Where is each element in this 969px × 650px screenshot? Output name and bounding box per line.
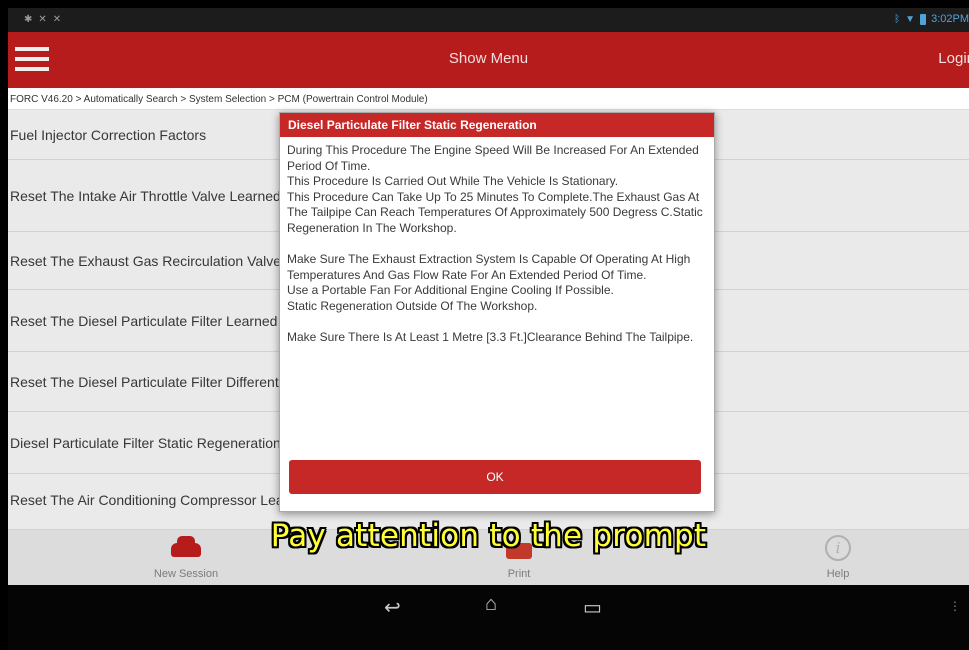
- dialog-message: During This Procedure The Engine Speed W…: [287, 143, 703, 345]
- menu-icon[interactable]: ⋮: [949, 599, 961, 613]
- help-label: Help: [826, 568, 850, 580]
- app-header: Show Menu Login: [8, 32, 969, 88]
- wifi-icon: ▼: [905, 13, 916, 25]
- back-icon[interactable]: ↩: [384, 595, 401, 620]
- dialog-title: Diesel Particulate Filter Static Regener…: [280, 113, 714, 137]
- recents-icon[interactable]: ▭: [583, 595, 602, 620]
- status-bar: ✱ ✕ ✕ ᛒ ▼ 3:02PM: [8, 8, 969, 32]
- home-icon[interactable]: ⌂: [485, 593, 497, 616]
- breadcrumb: FORC V46.20 > Automatically Search > Sys…: [8, 88, 969, 110]
- app-screen: ✱ ✕ ✕ ᛒ ▼ 3:02PM Show Menu Login FORC V4…: [8, 8, 969, 650]
- notification-icon: ✱: [24, 14, 33, 25]
- android-nav-bar: ↩ ⌂ ▭ ⋮: [8, 585, 969, 650]
- login-button[interactable]: Login: [938, 50, 969, 67]
- clock: 3:02PM: [931, 13, 969, 25]
- ok-button[interactable]: OK: [289, 460, 701, 494]
- notification-icon: ✕: [38, 14, 47, 25]
- new-session-label: New Session: [153, 568, 219, 580]
- print-label: Print: [507, 568, 531, 580]
- notification-icons: ✱ ✕ ✕: [24, 14, 61, 25]
- static-regeneration-dialog: Diesel Particulate Filter Static Regener…: [279, 112, 715, 512]
- battery-icon: [920, 13, 927, 25]
- status-icons: ᛒ ▼ 3:02PM: [894, 13, 969, 25]
- header-title[interactable]: Show Menu: [8, 50, 969, 67]
- notification-icon: ✕: [52, 14, 62, 25]
- video-caption: Pay attention to the prompt: [270, 518, 707, 554]
- bluetooth-icon: ᛒ: [894, 13, 901, 25]
